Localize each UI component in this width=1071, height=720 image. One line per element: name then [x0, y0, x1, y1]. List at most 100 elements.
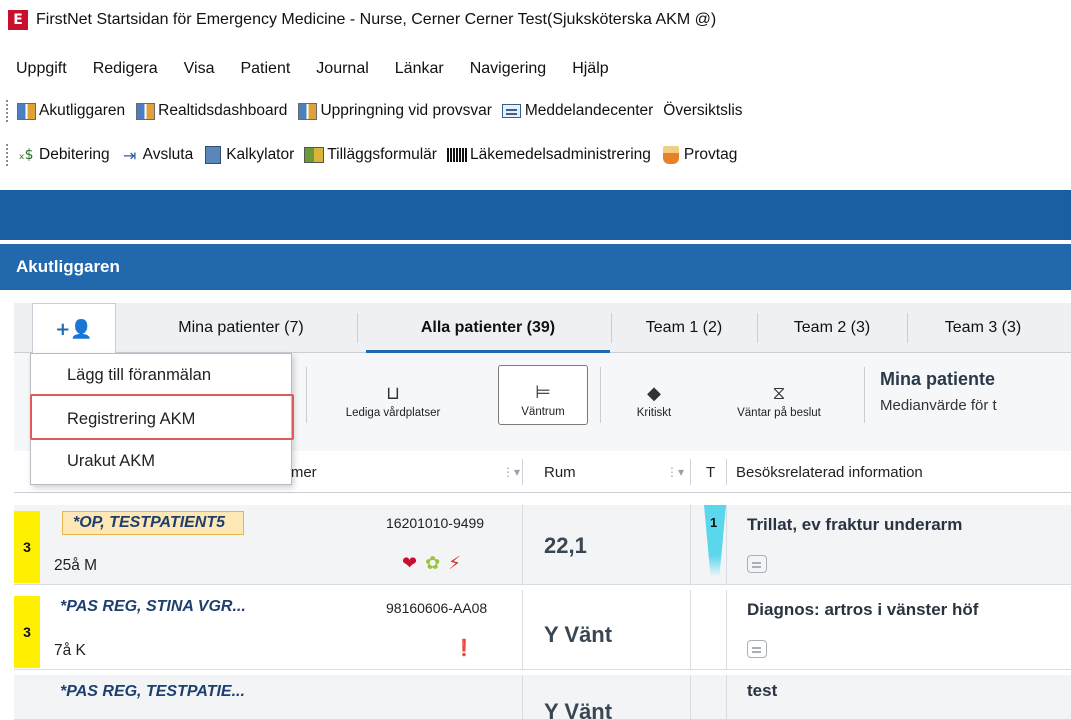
- menu-bar: Uppgift Redigera Visa Patient Journal Lä…: [0, 52, 1071, 86]
- visit-information: test: [747, 681, 778, 700]
- visit-information: Diagnos: artros i vänster höf: [747, 600, 979, 619]
- toolbar-button-label: Kalkylator: [226, 146, 295, 163]
- visit-information: Trillat, ev fraktur underarm: [747, 515, 963, 534]
- column-t[interactable]: T: [706, 451, 715, 493]
- money-icon: ₓ$: [18, 147, 34, 163]
- filter-vantrum-button[interactable]: ⊨ Väntrum: [498, 365, 588, 425]
- patient-name[interactable]: *PAS REG, TESTPATIE...: [60, 683, 245, 701]
- comment-icon[interactable]: [747, 640, 767, 658]
- toolbar-kalkylator-button[interactable]: Kalkylator: [203, 146, 294, 164]
- toolbar-button-label: Uppringning vid provsvar: [320, 102, 492, 119]
- add-patient-button[interactable]: +👤: [32, 303, 116, 354]
- filter-vantar-pa-beslut-button[interactable]: ⧖ Väntar på beslut: [704, 365, 854, 425]
- toolbar-debitering-button[interactable]: ₓ$ Debitering: [16, 146, 110, 164]
- room-cell: Y Vänt: [544, 622, 613, 647]
- toolbar-provtagning-button[interactable]: Provtag: [661, 146, 737, 164]
- toolbar-meddelandecenter-button[interactable]: Meddelandecenter: [502, 102, 653, 120]
- toolbar-lakemedelsadministrering-button[interactable]: Läkemedelsadministrering: [446, 146, 651, 164]
- patient-status-icons: ❤ ✿ ⚡: [402, 553, 461, 574]
- column-rum[interactable]: Rum: [544, 451, 576, 493]
- grid-icon: [16, 102, 36, 120]
- menu-hjalp[interactable]: Hjälp: [572, 60, 608, 78]
- toolbar-button-label: Realtidsdashboard: [158, 102, 288, 119]
- flask-icon: [661, 146, 681, 164]
- patient-status-icons: ❗: [454, 638, 474, 657]
- title-bar: E FirstNet Startsidan för Emergency Medi…: [0, 0, 1071, 40]
- toolbar-uppringning-button[interactable]: Uppringning vid provsvar: [297, 102, 492, 120]
- alert-icon[interactable]: ❗: [454, 638, 474, 657]
- section-header: Akutliggaren: [0, 244, 1071, 290]
- toolbar-button-label: Meddelandecenter: [524, 102, 654, 119]
- priority-badge: 3: [14, 511, 40, 583]
- critical-diamond-icon: ◆: [647, 383, 661, 404]
- menu-lankar[interactable]: Länkar: [395, 60, 444, 78]
- tab-alla-patienter[interactable]: Alla patienter (39): [366, 303, 610, 353]
- table-row[interactable]: *PAS REG, TESTPATIE... Y Vänt test: [14, 675, 1071, 720]
- menu-patient[interactable]: Patient: [240, 60, 290, 78]
- section-title: Akutliggaren: [16, 257, 120, 276]
- form-icon: [304, 146, 325, 164]
- tab-mina-patienter[interactable]: Mina patienter (7): [126, 303, 356, 353]
- dropdown-item-lagg-till-foranmalan[interactable]: Lägg till föranmälan: [67, 366, 211, 385]
- toolbar-button-label: Akutliggaren: [39, 102, 126, 119]
- patient-list-tabs: +👤 Mina patienter (7) Alla patienter (39…: [14, 303, 1071, 354]
- chair-icon: ⊨: [535, 382, 551, 403]
- table-row[interactable]: 3 *PAS REG, STINA VGR... 7å K 98160606-A…: [14, 590, 1071, 670]
- table-row[interactable]: 3 *OP, TESTPATIENT5 25å M 16201010-9499 …: [14, 505, 1071, 585]
- banner-band: [0, 190, 1071, 240]
- menu-uppgift[interactable]: Uppgift: [16, 60, 67, 78]
- add-person-icon: +👤: [55, 318, 93, 340]
- toolbar-button-label: Debitering: [39, 146, 110, 163]
- toolbar-akutliggaren-button[interactable]: Akutliggaren: [16, 102, 125, 120]
- kpi-title: Mina patiente: [880, 369, 996, 389]
- toolbar-grip[interactable]: [6, 144, 10, 166]
- grid-icon: [135, 102, 155, 120]
- menu-journal[interactable]: Journal: [316, 60, 368, 78]
- room-cell: 22,1: [544, 533, 587, 558]
- message-icon: [502, 102, 522, 120]
- filter-label: Kritiskt: [636, 407, 672, 419]
- fall-risk-icon[interactable]: ⚡: [448, 553, 461, 574]
- sort-icon[interactable]: ⋮▾: [666, 451, 684, 493]
- patient-id-number: 16201010-9499: [386, 515, 485, 531]
- menu-navigering[interactable]: Navigering: [470, 60, 546, 78]
- tab-team-3[interactable]: Team 3 (3): [908, 303, 1058, 353]
- filter-label: Lediga vårdplatser: [345, 407, 441, 419]
- heart-monitor-icon[interactable]: ❤: [402, 553, 417, 574]
- toolbar-realtidsdashboard-button[interactable]: Realtidsdashboard: [135, 102, 287, 120]
- app-icon: E: [8, 10, 28, 30]
- toolbar-grip[interactable]: [6, 100, 10, 122]
- sepsis-flower-icon[interactable]: ✿: [425, 553, 440, 574]
- grid-icon: [297, 102, 317, 120]
- menu-redigera[interactable]: Redigera: [93, 60, 158, 78]
- tab-team-1[interactable]: Team 1 (2): [612, 303, 756, 353]
- hourglass-icon: ⧖: [772, 383, 786, 404]
- calculator-icon: [203, 146, 223, 164]
- dropdown-item-registrering-akm[interactable]: Registrering AKM: [67, 410, 195, 429]
- add-patient-dropdown: Lägg till föranmälan Registrering AKM Ur…: [30, 353, 292, 485]
- comment-icon[interactable]: [747, 555, 767, 573]
- filter-kritiskt-button[interactable]: ◆ Kritiskt: [614, 365, 694, 425]
- toolbar-button-label: Provtag: [683, 146, 738, 163]
- column-besoksrelaterad-information[interactable]: Besöksrelaterad information: [736, 451, 923, 493]
- sort-icon[interactable]: ⋮▾: [502, 451, 520, 493]
- kpi-subtitle: Medianvärde för t: [880, 397, 997, 414]
- menu-visa[interactable]: Visa: [184, 60, 215, 78]
- patient-name[interactable]: *OP, TESTPATIENT5: [62, 511, 245, 535]
- toolbar-secondary: ₓ$ Debitering ⇥ Avsluta Kalkylator Tillä…: [0, 138, 1071, 172]
- toolbar-avsluta-button[interactable]: ⇥ Avsluta: [120, 145, 193, 165]
- patient-id-number: 98160606-AA08: [386, 600, 488, 616]
- patient-name[interactable]: *PAS REG, STINA VGR...: [60, 598, 246, 616]
- toolbar-primary: Akutliggaren Realtidsdashboard Uppringni…: [0, 94, 1071, 128]
- toolbar-oversiktslista-button[interactable]: Översiktslis: [663, 102, 742, 120]
- filter-label: Väntrum: [521, 406, 565, 418]
- dropdown-item-urakut-akm[interactable]: Urakut AKM: [67, 452, 155, 471]
- filter-label: Väntar på beslut: [737, 407, 821, 419]
- tab-team-2[interactable]: Team 2 (3): [758, 303, 906, 353]
- toolbar-tillaggsformular-button[interactable]: Tilläggsformulär: [304, 146, 437, 164]
- toolbar-button-label: Läkemedelsadministrering: [469, 146, 651, 163]
- toolbar-button-label: Översiktslis: [663, 102, 743, 119]
- exit-icon: ⇥: [122, 145, 137, 165]
- filter-lediga-vardplatser-button[interactable]: ⊔ Lediga vårdplatser: [318, 365, 468, 425]
- priority-badge: 3: [14, 596, 40, 668]
